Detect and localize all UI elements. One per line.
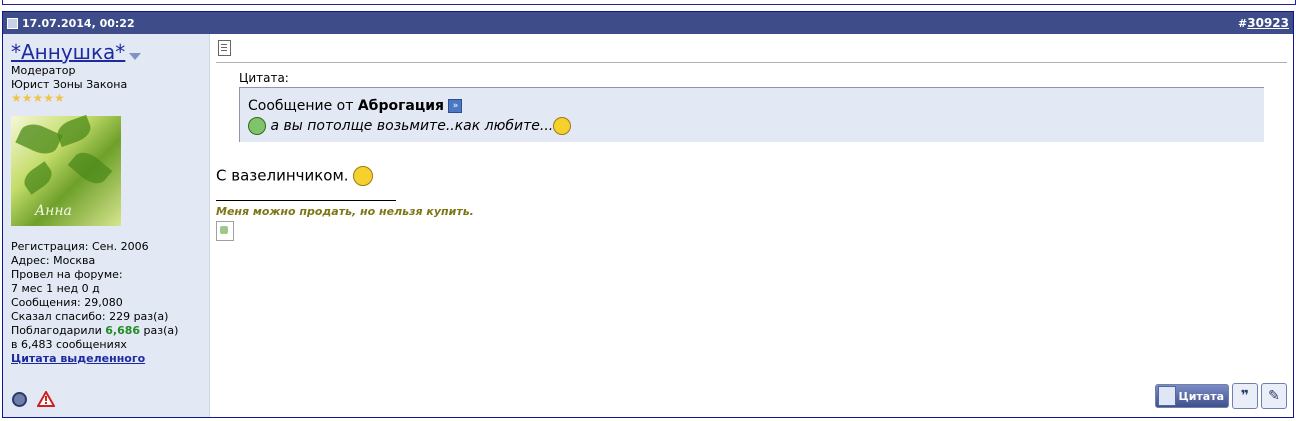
edit-button[interactable]: ✎ xyxy=(1261,383,1287,409)
post-date: 17.07.2014, 00:22 xyxy=(22,16,135,30)
user-avatar[interactable]: Aнна xyxy=(11,114,121,226)
signature-divider xyxy=(216,200,396,201)
post-number-hash: # xyxy=(1238,17,1248,30)
offline-status-icon xyxy=(12,391,27,407)
user-time-label: Провел на форуме: xyxy=(11,268,123,281)
avatar-signature: Aнна xyxy=(35,203,72,219)
thanked-suffix: раз(а) xyxy=(143,324,179,337)
signature-text: Меня можно продать, но нельзя купить. xyxy=(216,205,474,218)
user-stats: Регистрация: Сен. 2006 Адрес: Москва Про… xyxy=(11,240,201,366)
user-address: Адрес: Москва xyxy=(11,254,96,267)
user-icons xyxy=(12,391,55,407)
quote-label: Цитата: xyxy=(239,71,289,85)
username-link[interactable]: *Аннушка* xyxy=(11,40,125,64)
user-thanked: Поблагодарили 6,686 раз(а) xyxy=(11,324,201,338)
thanked-count: 6,686 xyxy=(105,324,141,337)
post-actions: Цитата ❞ ✎ xyxy=(1155,383,1287,409)
drool-smiley-icon xyxy=(553,117,572,135)
quote-text: а вы потолще возьмите..как любите... xyxy=(270,118,554,134)
post-number-area: #30923 xyxy=(1238,16,1289,30)
quote-prefix: Сообщение от xyxy=(248,98,354,114)
quote-author: Аброгация xyxy=(357,98,445,114)
thanked-prefix: Поблагодарили xyxy=(11,324,102,337)
view-post-arrow-icon[interactable]: » xyxy=(448,99,463,113)
multi-quote-button[interactable]: ❞ xyxy=(1232,383,1258,409)
user-registration: Регистрация: Сен. 2006 xyxy=(11,240,149,253)
previous-post-border xyxy=(2,0,1296,5)
post-status-icon xyxy=(7,17,18,29)
quote-button-label: Цитата xyxy=(1178,389,1224,403)
user-thanked-in: в 6,483 сообщениях xyxy=(11,338,127,351)
quote-block: Цитата: Сообщение от Аброгация » а вы по… xyxy=(239,71,1264,142)
post-number-link[interactable]: 30923 xyxy=(1247,16,1289,30)
quote-box: Сообщение от Аброгация » а вы потолще во… xyxy=(239,87,1264,142)
user-thanks-said: Сказал спасибо: 229 раз(а) xyxy=(11,310,169,323)
multi-quote-icon: ❞ xyxy=(1240,388,1250,404)
quote-pen-icon xyxy=(1158,386,1177,406)
post-document-icon xyxy=(218,40,231,56)
content-divider xyxy=(216,62,1287,63)
message-text: С вазелинчиком. xyxy=(216,166,349,185)
user-messages: Сообщения: 29,080 xyxy=(11,296,123,309)
post-body: *Аннушка* Модератор Юрист Зоны Закона ★★… xyxy=(3,34,1293,417)
grin-smiley-icon xyxy=(248,117,266,135)
report-warning-icon[interactable] xyxy=(37,391,55,407)
user-time-value: 7 мес 1 нед 0 д xyxy=(11,282,100,295)
selected-quote-link[interactable]: Цитата выделенного xyxy=(11,352,201,366)
message: С вазелинчиком. xyxy=(216,166,1287,186)
post-header: 17.07.2014, 00:22 #30923 xyxy=(3,12,1293,34)
post-content: Цитата: Сообщение от Аброгация » а вы по… xyxy=(210,34,1293,417)
user-subtitle: Юрист Зоны Закона xyxy=(11,78,128,91)
user-sidebar: *Аннушка* Модератор Юрист Зоны Закона ★★… xyxy=(3,34,210,417)
reputation-stars-icon: ★★★★★ xyxy=(11,91,65,105)
edit-pencil-icon: ✎ xyxy=(1268,388,1280,404)
user-menu-dropdown-icon[interactable] xyxy=(129,52,142,60)
smile-smiley-icon xyxy=(353,166,374,186)
user-title: Модератор xyxy=(11,64,76,77)
signature-image-icon xyxy=(216,221,234,241)
quote-button[interactable]: Цитата xyxy=(1155,384,1229,408)
forum-post: 17.07.2014, 00:22 #30923 *Аннушка* Модер… xyxy=(2,11,1294,418)
post-date-area: 17.07.2014, 00:22 xyxy=(7,17,135,30)
